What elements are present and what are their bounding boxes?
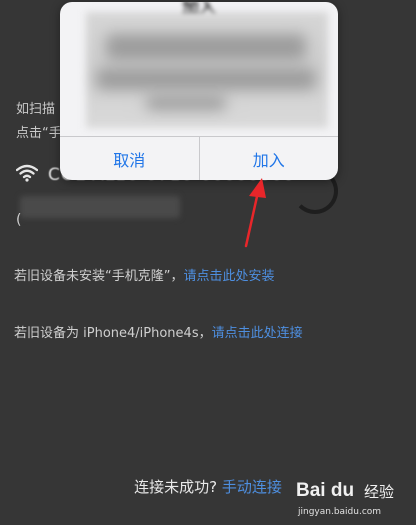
watermark-url: jingyan.baidu.com <box>298 507 382 517</box>
old-device-iphone-line: 若旧设备为 iPhone4/iPhone4s，请点击此处连接 <box>14 322 303 341</box>
dialog-button-bar: 取消 加入 <box>60 136 338 180</box>
annotation-arrow-icon <box>244 178 266 248</box>
scan-instruction-fragment: 如扫描 <box>16 102 56 117</box>
wifi-icon <box>15 164 39 186</box>
old-device-no-app-text: 若旧设备未安装“手机克隆”， <box>14 269 184 284</box>
paren-fragment: ( <box>16 212 22 228</box>
tap-instruction-fragment: 点击“手 <box>16 126 62 141</box>
baidu-logo: Bai du <box>296 480 355 501</box>
install-link[interactable]: 请点击此处安装 <box>183 269 274 284</box>
manual-connect-link[interactable]: 手动连接 <box>222 478 282 496</box>
wifi-join-dialog: 加入 取消 加入 <box>60 2 338 180</box>
connection-failed-text: 连接未成功? <box>134 478 222 496</box>
jingyan-label: 经验 <box>364 483 395 501</box>
dialog-blurred-content <box>86 12 328 128</box>
cancel-button[interactable]: 取消 <box>60 137 199 180</box>
old-device-iphone-text: 若旧设备为 iPhone4/iPhone4s， <box>14 326 212 341</box>
baidu-jingyan-watermark: Bai du 经验 jingyan.baidu.com <box>296 474 416 524</box>
iphone-connect-link[interactable]: 请点击此处连接 <box>212 326 303 341</box>
old-device-no-app-line: 若旧设备未安装“手机克隆”，请点击此处安装 <box>14 265 275 284</box>
join-button[interactable]: 加入 <box>198 137 339 180</box>
blurred-password <box>20 196 180 218</box>
